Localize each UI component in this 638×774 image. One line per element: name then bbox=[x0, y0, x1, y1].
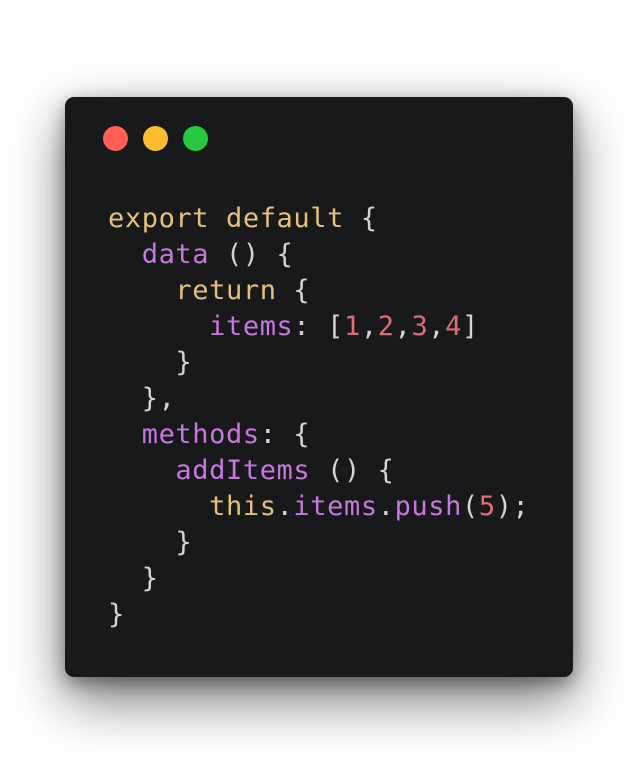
minimize-dot-icon[interactable] bbox=[143, 126, 168, 151]
code-window: export default { data () { return { item… bbox=[65, 97, 573, 677]
code-line: export default { bbox=[108, 201, 529, 237]
code-token: } bbox=[175, 347, 193, 378]
code-token: : [ bbox=[293, 311, 344, 342]
code-token: 5 bbox=[478, 491, 496, 522]
code-line: } bbox=[108, 525, 529, 561]
code-token: , bbox=[360, 311, 378, 342]
code-line: } bbox=[108, 345, 529, 381]
code-token: methods bbox=[141, 419, 260, 450]
code-token: this bbox=[209, 491, 277, 522]
code-token: export default bbox=[108, 203, 344, 234]
window-controls bbox=[103, 126, 208, 151]
screenshot-stage: export default { data () { return { item… bbox=[0, 0, 638, 774]
code-token: } bbox=[108, 599, 125, 630]
code-token: ( bbox=[461, 491, 479, 522]
code-token: () { bbox=[209, 239, 294, 270]
code-token: push bbox=[394, 491, 462, 522]
code-token: ); bbox=[495, 491, 530, 522]
code-line: this.items.push(5); bbox=[108, 489, 529, 525]
code-token: { bbox=[276, 275, 311, 306]
code-token: 4 bbox=[445, 311, 463, 342]
code-token: items bbox=[209, 311, 294, 342]
code-token: 1 bbox=[344, 311, 361, 342]
code-token: ] bbox=[462, 311, 479, 342]
code-line: methods: { bbox=[108, 417, 529, 453]
code-token: } bbox=[175, 527, 193, 558]
code-token: 2 bbox=[377, 311, 395, 342]
code-token: }, bbox=[141, 383, 176, 414]
code-line: items: [1,2,3,4] bbox=[108, 309, 529, 345]
code-line: } bbox=[108, 597, 529, 633]
close-dot-icon[interactable] bbox=[103, 126, 128, 151]
code-block: export default { data () { return { item… bbox=[108, 201, 529, 633]
code-line: addItems () { bbox=[108, 453, 529, 489]
code-token: 3 bbox=[411, 311, 429, 342]
code-token: . bbox=[377, 491, 395, 522]
code-token: addItems bbox=[175, 455, 311, 486]
code-token: items bbox=[293, 491, 378, 522]
code-line: } bbox=[108, 561, 529, 597]
code-token: { bbox=[343, 203, 378, 234]
code-token: . bbox=[276, 491, 294, 522]
code-token: , bbox=[394, 311, 412, 342]
code-line: data () { bbox=[108, 237, 529, 273]
code-token: data bbox=[141, 239, 210, 270]
code-token: , bbox=[428, 311, 446, 342]
code-line: }, bbox=[108, 381, 529, 417]
code-token: } bbox=[141, 563, 159, 594]
code-token: () { bbox=[310, 455, 395, 486]
zoom-dot-icon[interactable] bbox=[183, 126, 208, 151]
code-token: return bbox=[175, 275, 277, 306]
code-line: return { bbox=[108, 273, 529, 309]
code-token: : { bbox=[259, 419, 311, 450]
